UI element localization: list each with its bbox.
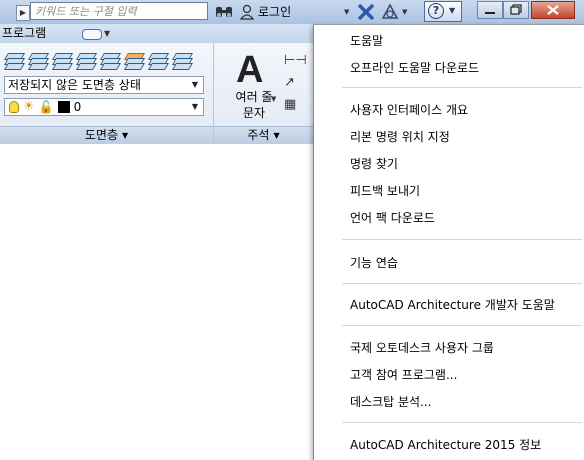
layer-isolate-icon[interactable] (27, 51, 50, 70)
chevron-down-icon: ▼ (121, 131, 129, 140)
a360-icon[interactable] (380, 3, 400, 21)
login-label[interactable]: 로그인 (258, 3, 291, 21)
layer-match-icon[interactable] (147, 51, 170, 70)
tab-programs[interactable]: 프로그램 (2, 26, 46, 41)
multiline-text-dropdown-icon[interactable]: ▼ (271, 95, 276, 103)
a360-dropdown-icon[interactable]: ▼ (402, 8, 407, 16)
layer-state-value: 저장되지 않은 도면층 상태 (8, 78, 141, 92)
layers-panel-label: 도면층 (84, 128, 118, 142)
ribbon-minimize-icon[interactable] (82, 29, 102, 40)
menu-item-download-offline-help[interactable]: 오프라인 도움말 다운로드 (350, 60, 479, 76)
menu-separator (342, 325, 582, 326)
multiline-text-icon[interactable]: A (236, 49, 263, 92)
ribbon-tab-row: 프로그램 ▼ (0, 24, 320, 43)
sun-icon[interactable]: ☀ (23, 100, 35, 114)
menu-item-user-group[interactable]: 국제 오토데스크 사용자 그룹 (350, 340, 494, 356)
title-bar: ▶ 키워드 또는 구절 입력 로그인 ▼ ▼ ? ▼ (0, 0, 584, 25)
menu-item-ui-overview[interactable]: 사용자 인터페이스 개요 (350, 102, 468, 118)
help-dropdown-icon: ▼ (449, 6, 456, 15)
menu-item-download-language-pack[interactable]: 언어 팩 다운로드 (350, 210, 435, 226)
multiline-text-button[interactable]: 여러 줄 문자 (228, 89, 280, 121)
chevron-down-icon: ▼ (191, 102, 198, 111)
chevron-down-icon: ▼ (191, 80, 198, 89)
layer-tools-row (3, 51, 194, 70)
help-menu: 도움말 오프라인 도움말 다운로드 사용자 인터페이스 개요 리본 명령 위치 … (313, 24, 584, 460)
close-button[interactable] (531, 1, 575, 19)
menu-item-send-feedback[interactable]: 피드백 보내기 (350, 183, 420, 199)
chevron-down-icon: ▼ (273, 131, 280, 140)
minimize-button[interactable] (477, 1, 503, 19)
multiline-text-label-line2: 문자 (242, 106, 266, 120)
menu-separator (342, 283, 582, 284)
annotation-panel: A 여러 줄 문자 ▼ ⊢⊣ ↗ ▦ 주석 ▼ (214, 43, 314, 144)
layers-panel-title[interactable]: 도면층 ▼ (0, 126, 213, 144)
menu-item-help[interactable]: 도움말 (350, 33, 383, 49)
current-layer-dropdown[interactable]: ☀ 🔓 0 ▼ (4, 98, 204, 116)
autodesk-exchange-icon[interactable] (356, 3, 376, 21)
menu-item-developer-help[interactable]: AutoCAD Architecture 개발자 도움말 (350, 297, 555, 313)
menu-item-customer-involvement[interactable]: 고객 참여 프로그램... (350, 367, 457, 383)
layer-walk-icon[interactable] (171, 51, 194, 70)
help-icon: ? (428, 3, 444, 19)
ribbon-options-icon[interactable]: ▼ (104, 29, 110, 38)
help-button[interactable]: ? ▼ (424, 1, 462, 22)
dimension-icon[interactable]: ⊢⊣ (284, 53, 307, 68)
lock-icon[interactable]: 🔓 (39, 99, 54, 115)
user-icon[interactable] (238, 3, 256, 21)
restore-button[interactable] (503, 1, 529, 19)
layers-panel: 저장되지 않은 도면층 상태 ▼ ☀ 🔓 0 ▼ 도면층 ▼ (0, 43, 214, 144)
lightbulb-icon[interactable] (9, 101, 19, 113)
layer-color-swatch[interactable] (57, 101, 70, 113)
annotation-panel-label: 주석 (247, 128, 270, 142)
layer-freeze-icon[interactable] (75, 51, 98, 70)
menu-item-locate-ribbon-command[interactable]: 리본 명령 위치 지정 (350, 129, 450, 145)
menu-item-desktop-analytics[interactable]: 데스크탑 분석... (350, 394, 432, 410)
layer-off-icon[interactable] (99, 51, 122, 70)
layer-unisolate-icon[interactable] (51, 51, 74, 70)
binoculars-icon[interactable] (214, 3, 234, 21)
search-expand-icon[interactable]: ▶ (16, 5, 30, 21)
menu-separator (342, 239, 582, 240)
menu-item-feature-practice[interactable]: 기능 연습 (350, 255, 398, 271)
login-dropdown-icon[interactable]: ▼ (344, 8, 349, 16)
layer-lock-icon[interactable] (123, 51, 146, 70)
menu-separator (342, 87, 582, 88)
menu-item-about[interactable]: AutoCAD Architecture 2015 정보 (350, 437, 541, 453)
layer-state-dropdown[interactable]: 저장되지 않은 도면층 상태 ▼ (4, 76, 204, 94)
table-icon[interactable]: ▦ (284, 97, 296, 112)
menu-separator (342, 422, 582, 423)
current-layer-value: 0 (73, 100, 82, 114)
menu-item-find-command[interactable]: 명령 찾기 (350, 156, 398, 172)
layer-properties-icon[interactable] (3, 51, 26, 70)
annotation-panel-title[interactable]: 주석 ▼ (214, 126, 313, 144)
leader-icon[interactable]: ↗ (284, 75, 295, 90)
search-input[interactable]: 키워드 또는 구절 입력 (30, 2, 208, 20)
